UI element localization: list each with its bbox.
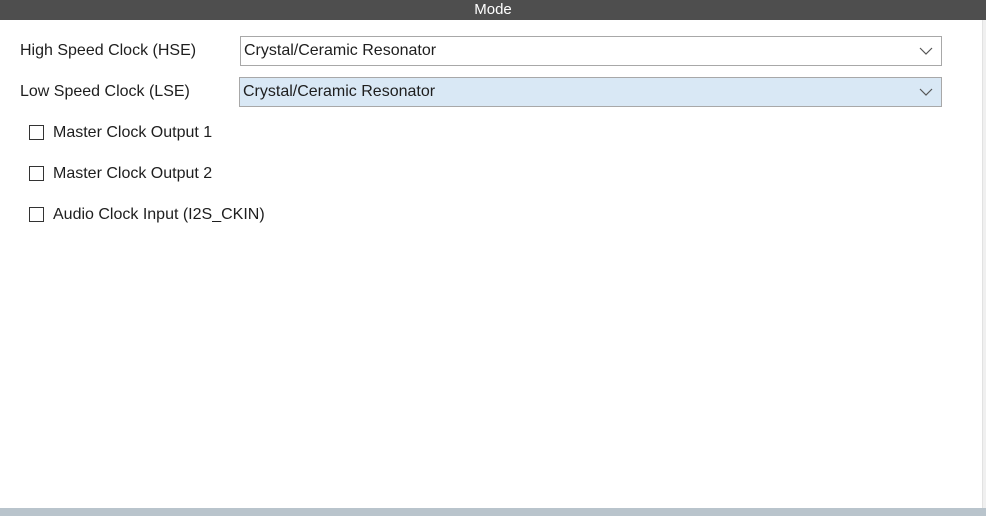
audio-clock-input-checkbox[interactable] xyxy=(29,207,44,222)
hse-select[interactable]: Crystal/Ceramic Resonator xyxy=(240,36,942,66)
chevron-down-icon xyxy=(919,47,933,55)
lse-row: Low Speed Clock (LSE) Crystal/Ceramic Re… xyxy=(20,76,945,108)
lse-select[interactable]: Crystal/Ceramic Resonator xyxy=(239,77,942,107)
panel-bottom-splitter[interactable] xyxy=(0,508,986,516)
master-clock-output-1-option[interactable]: Master Clock Output 1 xyxy=(29,121,289,145)
chevron-down-icon xyxy=(919,88,933,96)
master-clock-output-1-label: Master Clock Output 1 xyxy=(53,124,213,141)
hse-select-value: Crystal/Ceramic Resonator xyxy=(244,42,437,59)
mode-header: Mode xyxy=(0,0,986,20)
lse-select-value: Crystal/Ceramic Resonator xyxy=(243,83,436,100)
master-clock-output-2-label: Master Clock Output 2 xyxy=(53,165,213,182)
hse-label: High Speed Clock (HSE) xyxy=(20,42,197,59)
mode-panel: High Speed Clock (HSE) Crystal/Ceramic R… xyxy=(0,20,982,508)
audio-clock-input-label: Audio Clock Input (I2S_CKIN) xyxy=(53,206,265,223)
hse-row: High Speed Clock (HSE) Crystal/Ceramic R… xyxy=(20,35,945,67)
lse-label: Low Speed Clock (LSE) xyxy=(20,83,190,100)
master-clock-output-2-option[interactable]: Master Clock Output 2 xyxy=(29,162,289,186)
master-clock-output-1-checkbox[interactable] xyxy=(29,125,44,140)
panel-right-edge xyxy=(982,20,986,516)
master-clock-output-2-checkbox[interactable] xyxy=(29,166,44,181)
mode-title: Mode xyxy=(474,1,512,18)
audio-clock-input-option[interactable]: Audio Clock Input (I2S_CKIN) xyxy=(29,203,329,227)
